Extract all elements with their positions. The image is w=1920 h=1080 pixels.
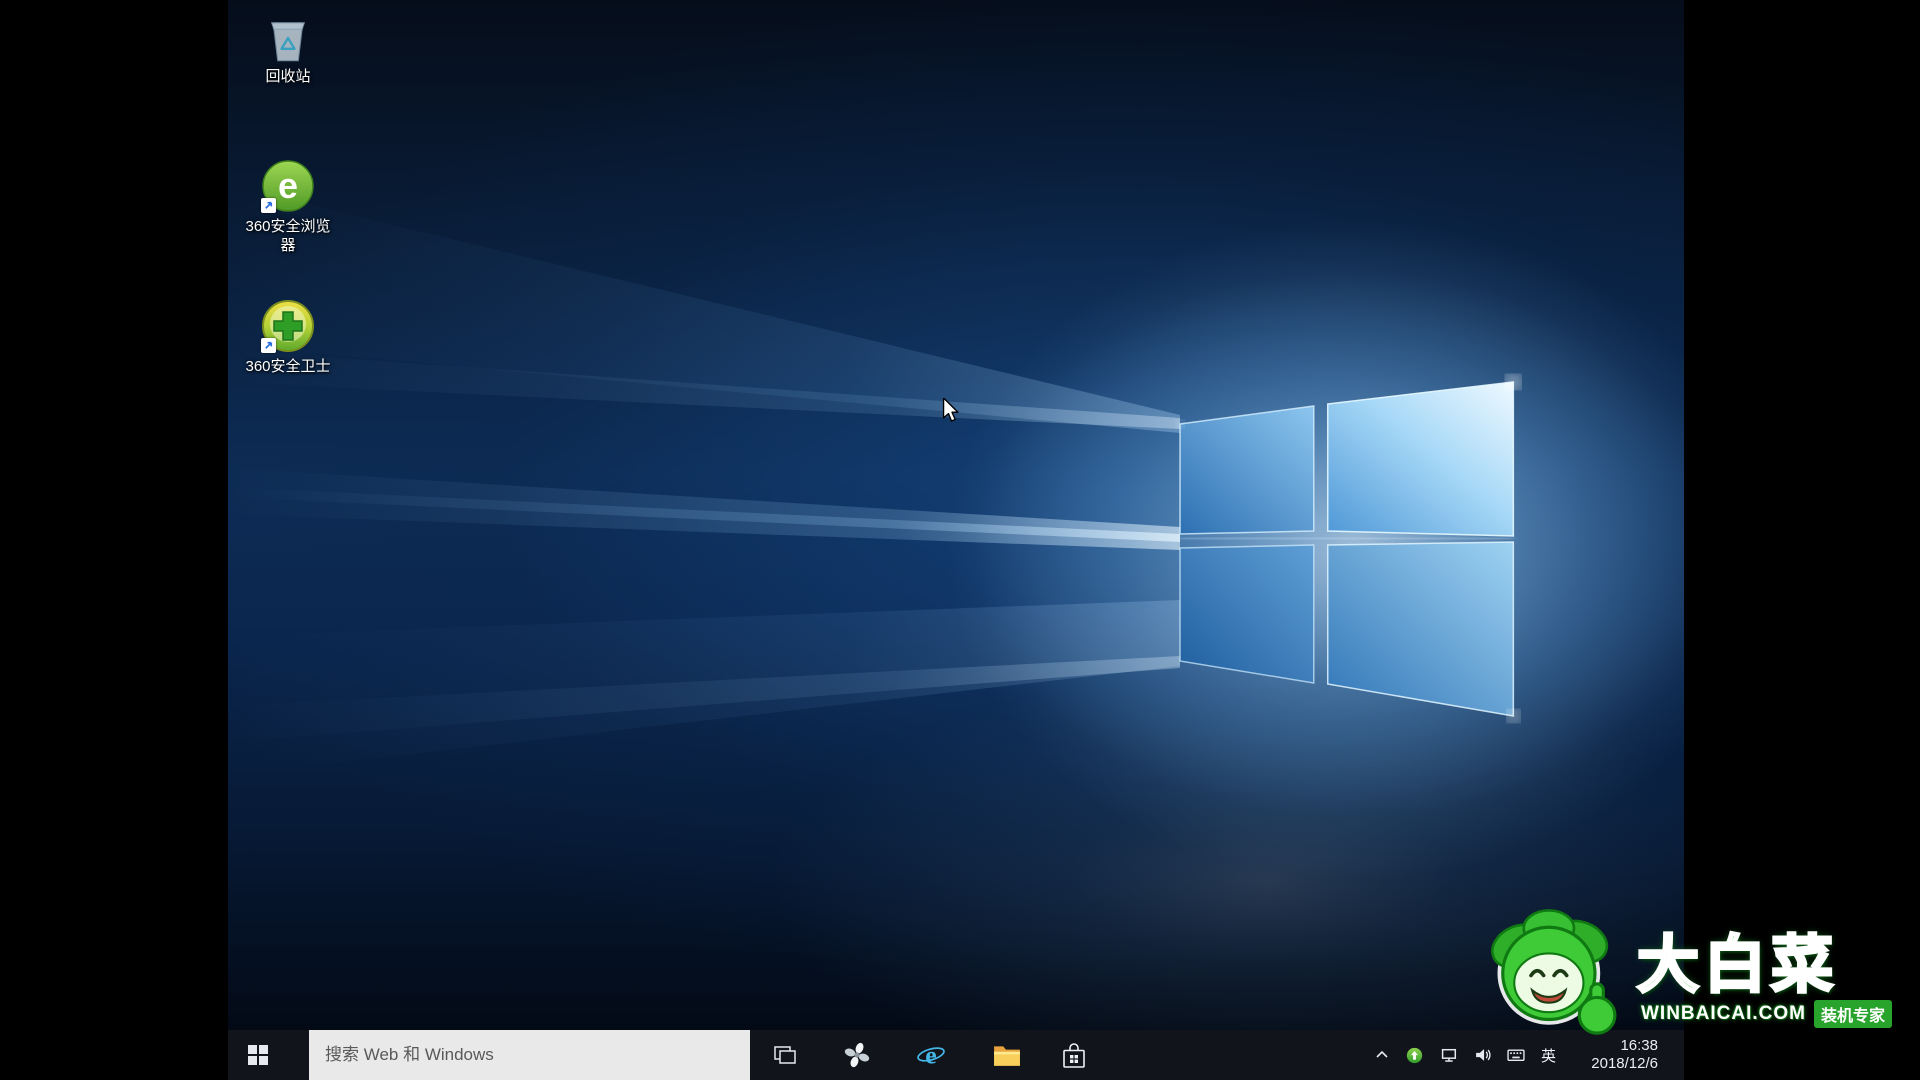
internet-explorer-icon: e — [916, 1040, 946, 1070]
start-button[interactable] — [234, 1030, 282, 1080]
letterbox-right — [1684, 0, 1920, 1080]
letterbox-left — [0, 0, 228, 1080]
green-360-tray-button[interactable] — [1399, 1030, 1430, 1080]
green-360-tray-icon — [1406, 1047, 1423, 1064]
taskbar-clock[interactable]: 16:38 2018/12/6 — [1568, 1030, 1664, 1080]
task-view-button[interactable] — [761, 1030, 809, 1080]
taskbar: e — [228, 1030, 1684, 1080]
clock-date: 2018/12/6 — [1591, 1055, 1658, 1073]
file-explorer-button[interactable] — [983, 1030, 1031, 1080]
desktop-wallpaper[interactable] — [228, 0, 1684, 1030]
network-button[interactable] — [1434, 1030, 1465, 1080]
touch-keyboard-button[interactable] — [1500, 1030, 1531, 1080]
task-view-icon — [774, 1046, 796, 1064]
windows-store-icon — [1062, 1042, 1086, 1069]
network-icon — [1441, 1046, 1459, 1064]
tray-expand-chevron-icon — [1374, 1047, 1390, 1063]
volume-icon — [1474, 1046, 1492, 1064]
screen: 回收站 e 360安全浏览器 — [0, 0, 1920, 1080]
desktop-icon-label: 回收站 — [240, 67, 336, 86]
taskbar-search-input[interactable] — [309, 1030, 750, 1080]
windows-desktop: 回收站 e 360安全浏览器 — [228, 0, 1684, 1080]
shortcut-arrow-icon — [261, 198, 276, 213]
pinwheel-app-icon — [844, 1042, 870, 1068]
desktop-icon-360-safeguard[interactable]: 360安全卫士 — [233, 298, 343, 376]
touch-keyboard-icon — [1507, 1046, 1525, 1064]
pinwheel-app-button[interactable] — [833, 1030, 881, 1080]
360-safeguard-icon — [260, 298, 316, 354]
tray-expand-button[interactable] — [1366, 1030, 1397, 1080]
recycle-bin-icon — [262, 12, 314, 64]
desktop-icon-360-browser[interactable]: e 360安全浏览器 — [233, 158, 343, 255]
svg-text:e: e — [925, 1041, 936, 1070]
desktop-icon-label: 360安全卫士 — [240, 357, 336, 376]
windows-hero-logo — [228, 0, 1684, 1030]
internet-explorer-button[interactable]: e — [907, 1030, 955, 1080]
clock-time: 16:38 — [1620, 1037, 1658, 1055]
file-explorer-icon — [993, 1043, 1021, 1067]
input-language-label: 英 — [1541, 1045, 1556, 1066]
360-browser-icon: e — [260, 158, 316, 214]
volume-button[interactable] — [1467, 1030, 1498, 1080]
svg-text:e: e — [278, 165, 298, 206]
desktop-icon-label: 360安全浏览器 — [240, 217, 336, 255]
input-language-indicator[interactable]: 英 — [1533, 1030, 1564, 1080]
desktop-icon-recycle-bin[interactable]: 回收站 — [233, 12, 343, 86]
start-icon — [248, 1045, 268, 1065]
shortcut-arrow-icon — [261, 338, 276, 353]
windows-store-button[interactable] — [1050, 1030, 1098, 1080]
